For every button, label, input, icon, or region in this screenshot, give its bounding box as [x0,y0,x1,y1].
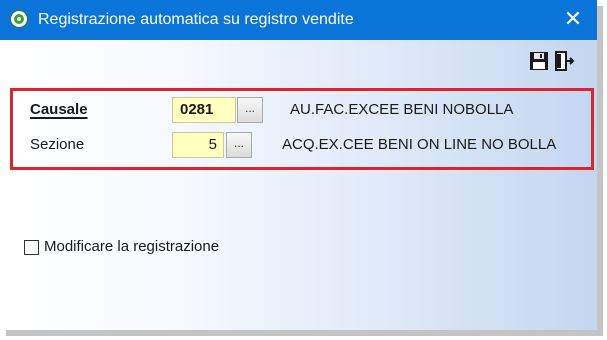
causale-description: AU.FAC.EXCEE BENI NOBOLLA [290,101,514,118]
close-button[interactable]: ✕ [561,6,585,32]
causale-lookup-button[interactable]: ... [237,97,263,123]
app-logo-icon [10,10,28,28]
exit-door-icon [553,50,575,72]
title-bar[interactable]: Registrazione automatica su registro ven… [0,0,597,40]
floppy-disk-icon [528,50,550,72]
checkbox-box[interactable] [24,240,39,255]
sezione-description: ACQ.EX.CEE BENI ON LINE NO BOLLA [282,136,557,153]
exit-button[interactable] [553,50,575,72]
sezione-label: Sezione [30,136,85,153]
save-button[interactable] [528,50,550,72]
sezione-field[interactable]: 5 [172,132,224,158]
window-title: Registrazione automatica su registro ven… [38,11,354,28]
sezione-lookup-button[interactable]: ... [226,132,252,158]
dialog-window: Registrazione automatica su registro ven… [0,0,597,330]
causale-label: Causale [30,101,88,118]
modify-registration-label: Modificare la registrazione [44,238,220,255]
causale-field[interactable]: 0281 [172,97,236,123]
